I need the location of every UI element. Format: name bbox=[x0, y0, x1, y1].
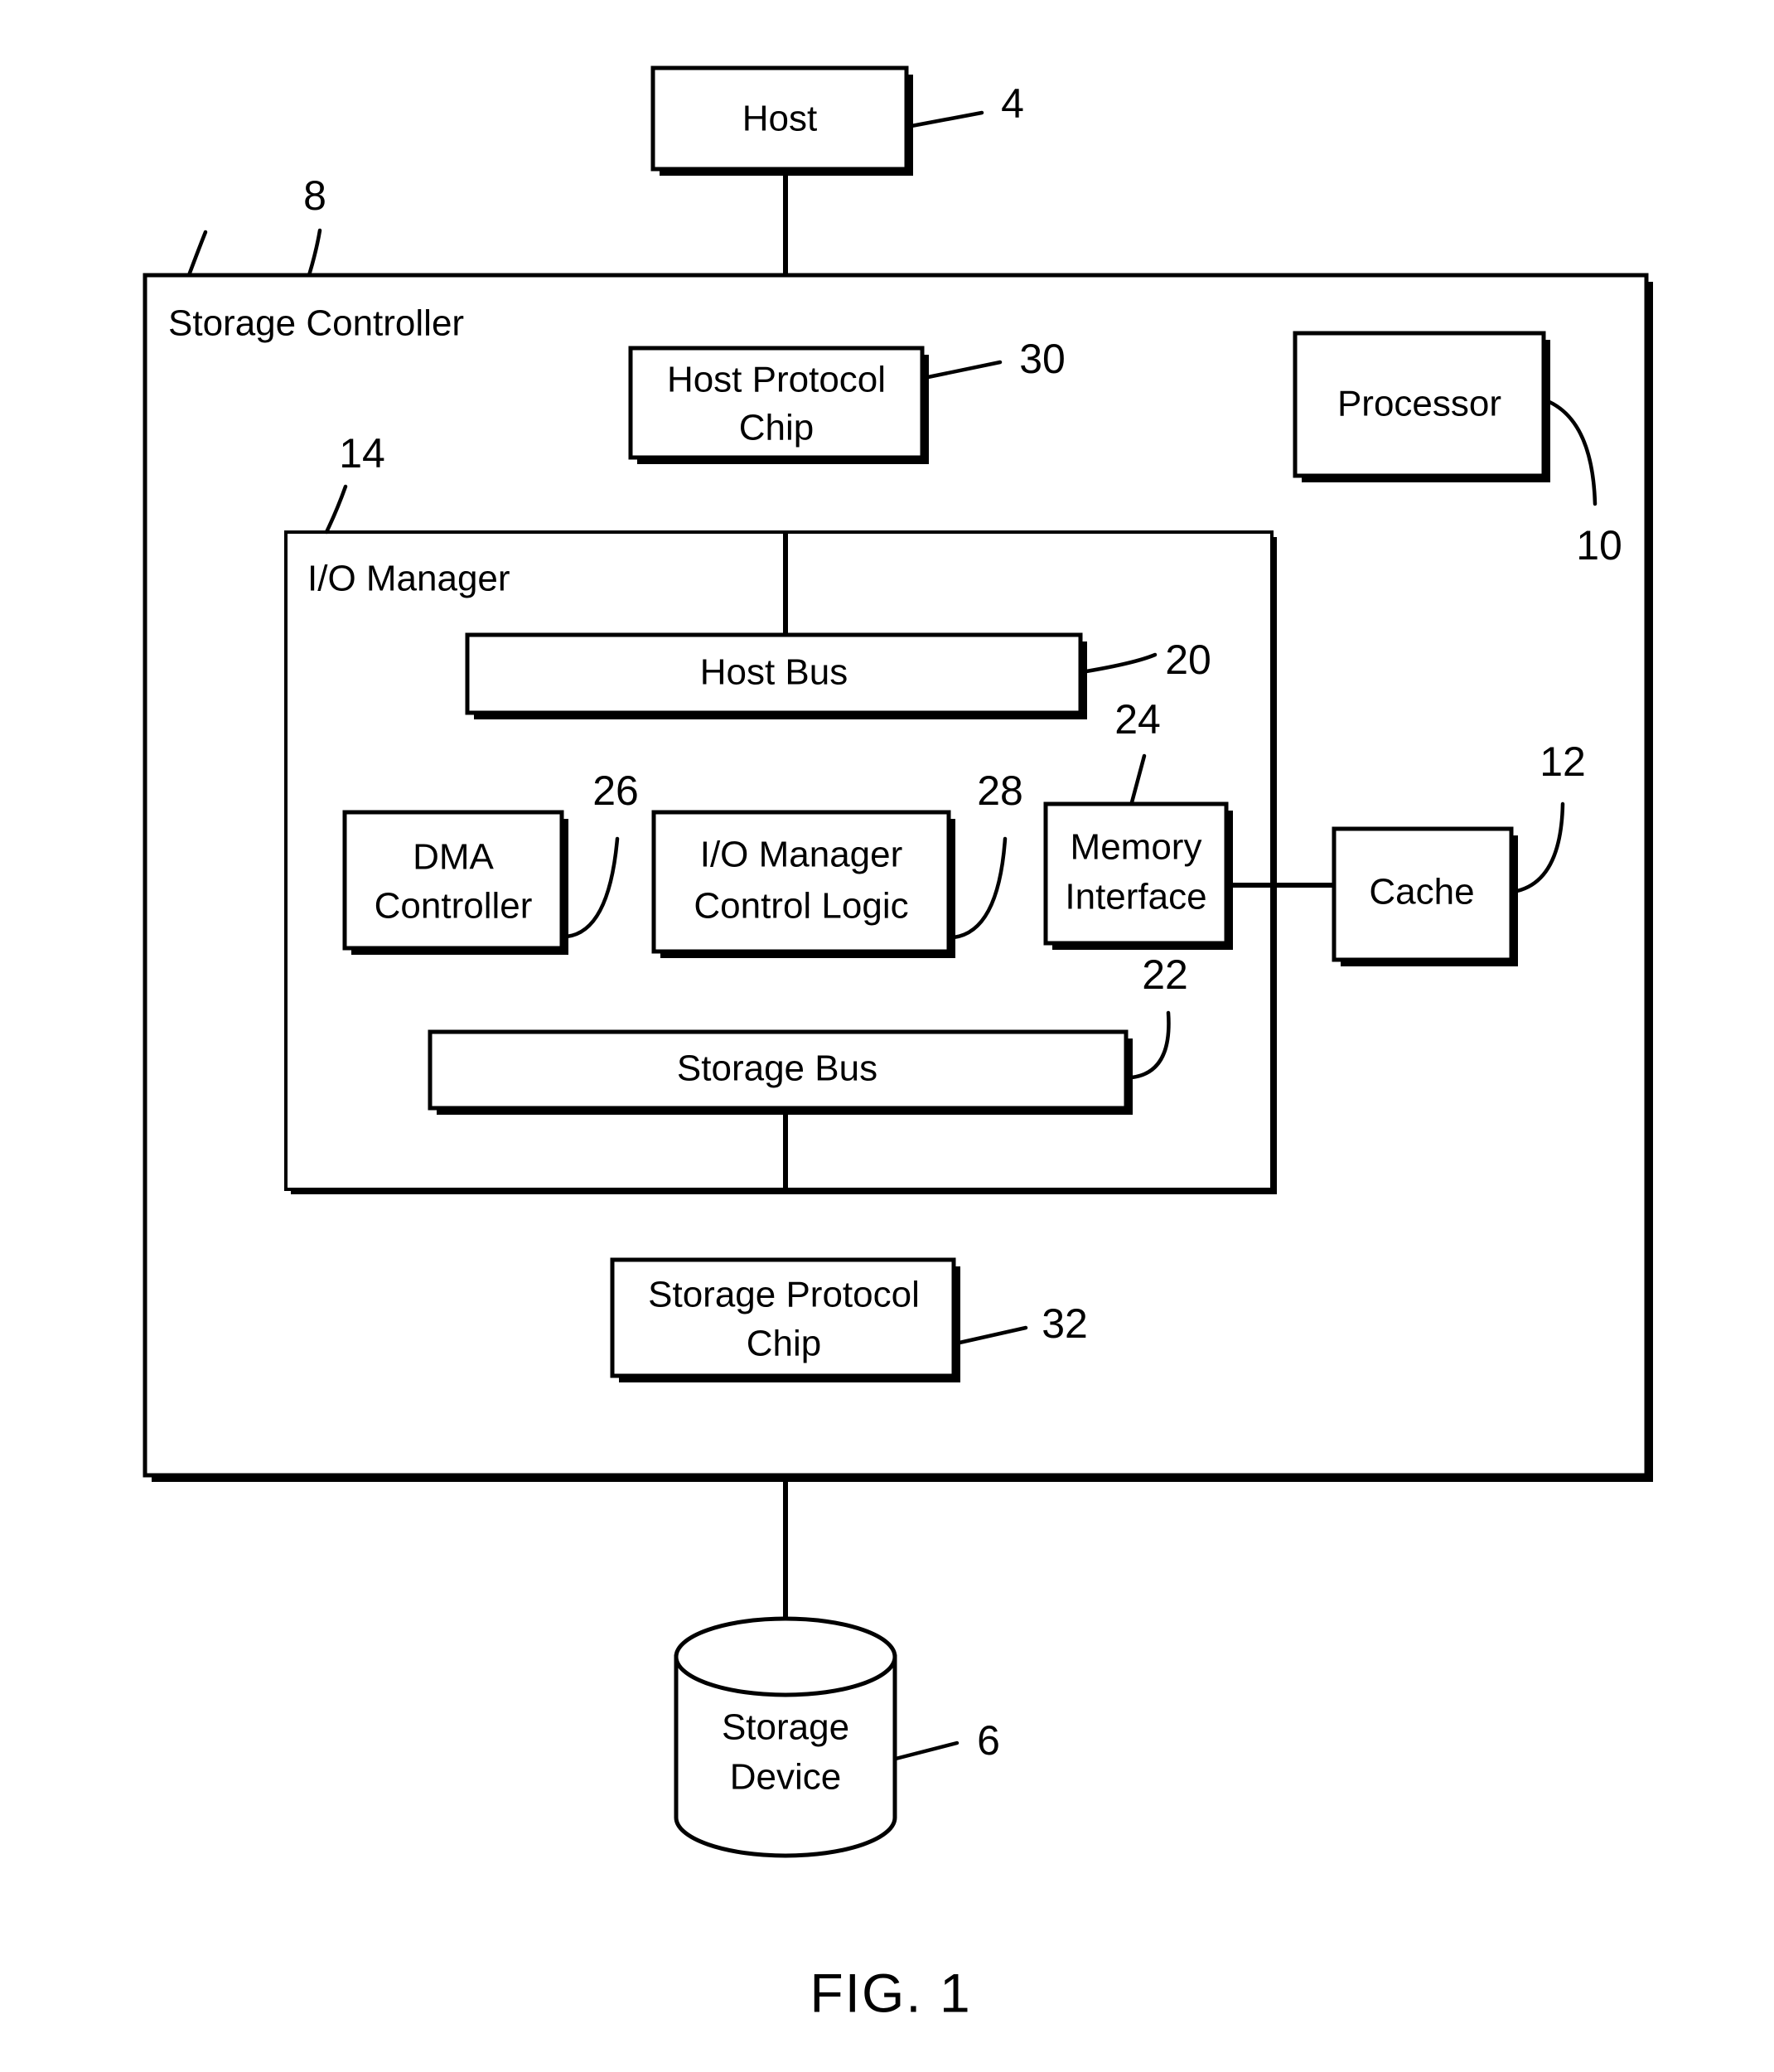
ref-number-12: 12 bbox=[1540, 738, 1586, 785]
storage-device-node[interactable]: Storage Device bbox=[674, 1616, 897, 1858]
io-manager-control-logic-label-line1: I/O Manager bbox=[700, 835, 903, 875]
memory-interface-node[interactable]: Memory Interface bbox=[1043, 801, 1233, 950]
storage-protocol-chip-node[interactable]: Storage Protocol Chip bbox=[610, 1257, 960, 1382]
host-bus-label: Host Bus bbox=[700, 652, 848, 693]
dma-controller-label-line2: Controller bbox=[375, 886, 533, 927]
io-manager-control-logic-node[interactable]: I/O Manager Control Logic bbox=[651, 810, 955, 958]
ref-number-26: 26 bbox=[592, 767, 639, 814]
host-protocol-chip-label-line1: Host Protocol bbox=[667, 360, 886, 400]
ref-4-group: 4 bbox=[909, 80, 1024, 128]
ref-number-6: 6 bbox=[977, 1717, 1000, 1764]
storage-bus-node[interactable]: Storage Bus bbox=[428, 1029, 1133, 1115]
memory-interface-label-line1: Memory bbox=[1071, 827, 1202, 868]
host-node[interactable]: Host bbox=[650, 65, 913, 176]
ref-6-group: 6 bbox=[893, 1717, 1000, 1764]
ref-number-10: 10 bbox=[1576, 522, 1622, 569]
dma-controller-fill bbox=[345, 812, 562, 948]
leader-line-8 bbox=[186, 230, 208, 278]
ref-number-28: 28 bbox=[977, 767, 1023, 814]
cache-node[interactable]: Cache bbox=[1332, 826, 1518, 966]
host-protocol-chip-label-line2: Chip bbox=[739, 408, 814, 448]
ref-8-group: 8 bbox=[186, 172, 326, 278]
storage-protocol-chip-label-line1: Storage Protocol bbox=[648, 1275, 920, 1315]
host-protocol-chip-node[interactable]: Host Protocol Chip bbox=[628, 346, 929, 464]
ref-number-30: 30 bbox=[1019, 336, 1066, 382]
dma-controller-label-line1: DMA bbox=[413, 837, 494, 878]
io-manager-control-logic-fill bbox=[654, 812, 949, 951]
storage-device-top-ellipse bbox=[674, 1616, 897, 1697]
ref-number-32: 32 bbox=[1042, 1300, 1088, 1347]
figure-caption: FIG. 1 bbox=[810, 1962, 971, 2023]
io-manager-control-logic-label-line2: Control Logic bbox=[694, 886, 908, 927]
memory-interface-label-line2: Interface bbox=[1065, 877, 1206, 917]
patent-figure: Storage Controller I/O Manager Host 4 8 … bbox=[0, 0, 1774, 2072]
storage-bus-label: Storage Bus bbox=[677, 1048, 877, 1089]
memory-interface-fill bbox=[1046, 804, 1226, 943]
figure-canvas: Storage Controller I/O Manager Host 4 8 … bbox=[143, 65, 1653, 2023]
host-bus-node[interactable]: Host Bus bbox=[465, 632, 1087, 719]
leader-line-8b bbox=[307, 228, 322, 278]
storage-device-label-line1: Storage bbox=[722, 1707, 849, 1748]
host-label: Host bbox=[742, 99, 817, 139]
leader-line-6 bbox=[893, 1740, 960, 1761]
ref-number-24: 24 bbox=[1114, 696, 1161, 743]
ref-number-4: 4 bbox=[1001, 80, 1024, 127]
ref-number-20: 20 bbox=[1165, 637, 1211, 683]
ref-number-14: 14 bbox=[339, 430, 385, 477]
ref-number-8: 8 bbox=[303, 172, 326, 219]
storage-device-label-line2: Device bbox=[730, 1757, 842, 1798]
storage-protocol-chip-label-line2: Chip bbox=[747, 1324, 822, 1364]
processor-node[interactable]: Processor bbox=[1293, 331, 1550, 482]
io-manager-label: I/O Manager bbox=[307, 559, 510, 599]
ref-number-22: 22 bbox=[1142, 951, 1188, 998]
processor-label: Processor bbox=[1337, 384, 1501, 424]
storage-controller-label: Storage Controller bbox=[168, 303, 464, 344]
leader-line-4 bbox=[909, 110, 984, 128]
dma-controller-node[interactable]: DMA Controller bbox=[342, 810, 568, 955]
cache-label: Cache bbox=[1369, 872, 1474, 913]
